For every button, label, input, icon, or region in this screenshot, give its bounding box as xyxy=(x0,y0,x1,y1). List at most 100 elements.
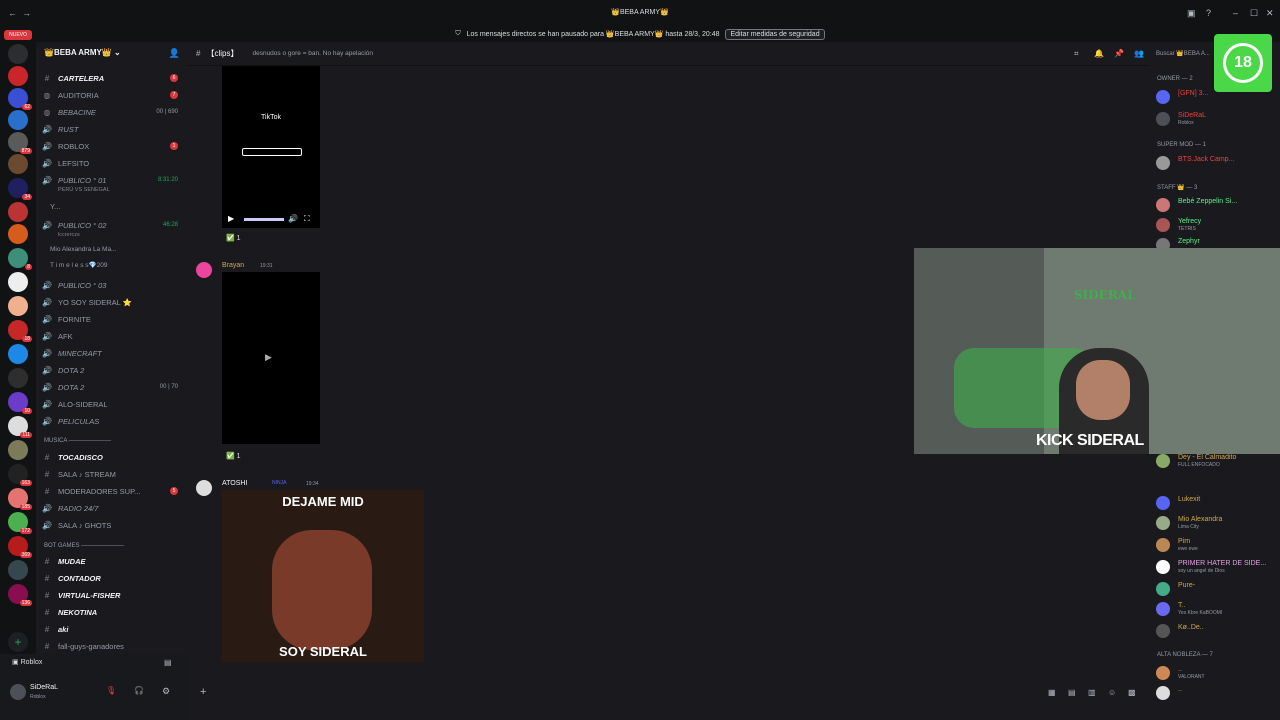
category-bot-games[interactable]: BOT GAMES ────────── xyxy=(44,543,124,549)
voice-user[interactable]: Y... xyxy=(36,198,186,214)
video-embed[interactable]: ▶ xyxy=(222,272,320,444)
server-icon[interactable]: 18 xyxy=(8,320,32,342)
sticker-icon[interactable]: ▥ xyxy=(1088,688,1096,697)
search-input[interactable]: Buscar 👑BEBA A... xyxy=(1156,50,1210,57)
member[interactable]: .. xyxy=(1156,684,1280,702)
server-icon[interactable]: 185 xyxy=(8,488,32,510)
bell-icon[interactable]: 🔔 xyxy=(1094,49,1104,58)
server-icon[interactable] xyxy=(8,560,28,580)
channel-radio[interactable]: 🔊 RADIO 24/7 xyxy=(36,500,186,516)
channel-sala-stream[interactable]: # SALA ♪ STREAM xyxy=(36,466,186,482)
server-icon[interactable] xyxy=(8,66,28,86)
server-icon[interactable]: 62 xyxy=(8,88,32,110)
channel-minecraft[interactable]: 🔊 MINECRAFT xyxy=(36,345,186,361)
progress-bar[interactable] xyxy=(244,218,284,221)
server-name[interactable]: 👑BEBA ARMY👑 ⌄ xyxy=(44,48,121,57)
channel-publico-03[interactable]: 🔊 PUBLICO ° 03 xyxy=(36,277,186,293)
channel-fornite[interactable]: 🔊 FORNITE xyxy=(36,311,186,327)
server-icon[interactable]: 136 xyxy=(8,584,32,606)
minimize-icon[interactable]: – xyxy=(1233,8,1238,18)
server-icon[interactable] xyxy=(8,110,28,130)
channel-roblox[interactable]: 🔊 ROBLOX 1 xyxy=(36,138,186,154)
channel-dota-2[interactable]: 🔊 DOTA 2 00 | 70 xyxy=(36,379,186,395)
channel-rust[interactable]: 🔊 RUST xyxy=(36,121,186,137)
member[interactable]: T.. Yes Kbre KaBOOMI xyxy=(1156,600,1280,618)
member[interactable]: Mio Alexandra Lima City xyxy=(1156,514,1280,532)
gift-icon[interactable]: ▦ xyxy=(1048,688,1056,697)
add-attachment-icon[interactable]: + xyxy=(200,686,206,698)
member[interactable]: BTS.Jack Camp... xyxy=(1156,154,1280,172)
server-icon[interactable]: 8 xyxy=(8,248,32,270)
server-icon[interactable]: 10 xyxy=(8,392,32,414)
server-icon[interactable] xyxy=(8,440,28,460)
reaction[interactable]: ✅ 1 xyxy=(226,452,241,460)
member[interactable]: Pim ewe ewe xyxy=(1156,536,1280,554)
apps-icon[interactable]: ▩ xyxy=(1128,688,1136,697)
member[interactable]: SiDeRaL Roblox xyxy=(1156,110,1280,128)
category-musica[interactable]: MUSICA ────────── xyxy=(44,438,111,444)
member[interactable]: Bebé Zeppelin Si... xyxy=(1156,196,1280,214)
avatar[interactable] xyxy=(196,480,212,496)
play-icon[interactable]: ▶ xyxy=(228,214,234,223)
volume-icon[interactable]: 🔊 xyxy=(288,214,298,223)
avatar[interactable] xyxy=(10,684,26,700)
edit-security-button[interactable]: Editar medidas de seguridad xyxy=(725,28,825,40)
activity-icon[interactable]: ▤ xyxy=(164,658,172,667)
mute-icon[interactable]: 🎙 xyxy=(106,686,116,695)
message-author[interactable]: Brayan xyxy=(222,262,244,269)
add-friend-icon[interactable]: 👤 xyxy=(169,48,180,59)
voice-user[interactable]: T i m e l e s s💎209 xyxy=(36,257,186,273)
server-icon[interactable] xyxy=(8,44,28,64)
activity-label[interactable]: ▣ Roblox xyxy=(12,658,42,666)
channel-auditoria[interactable]: ◍ AUDITORIA 7 xyxy=(36,87,186,103)
meme-image[interactable]: DEJAME MID SOY SIDERAL xyxy=(222,490,424,662)
tiktok-video[interactable]: TikTok ▶ 🔊 ⛶ xyxy=(222,66,320,228)
member[interactable]: Dey - El Calmadito FULL ENFOCADO xyxy=(1156,452,1280,470)
server-icon[interactable] xyxy=(8,224,28,244)
help-icon[interactable]: ? xyxy=(1206,8,1211,18)
server-icon[interactable]: 34 xyxy=(8,178,32,200)
server-icon[interactable]: 163 xyxy=(8,464,32,486)
server-icon[interactable] xyxy=(8,154,28,174)
member[interactable]: Pure- xyxy=(1156,580,1280,598)
server-icon[interactable] xyxy=(8,368,28,388)
play-icon[interactable]: ▶ xyxy=(265,352,272,363)
voice-user[interactable]: Mio Alexandra La Ma... xyxy=(36,241,186,257)
gif-icon[interactable]: ▤ xyxy=(1068,688,1076,697)
close-icon[interactable]: ✕ xyxy=(1266,8,1274,19)
inbox-icon[interactable]: ▣ xyxy=(1187,8,1196,19)
member[interactable]: .. VALORANT xyxy=(1156,664,1280,682)
channel-dota-2[interactable]: 🔊 DOTA 2 xyxy=(36,362,186,378)
channel-moderadores[interactable]: # MODERADORES SUP... 5 xyxy=(36,483,186,499)
pin-icon[interactable]: 📌 xyxy=(1114,49,1124,58)
reaction[interactable]: ✅ 1 xyxy=(226,234,241,242)
channel-afk[interactable]: 🔊 AFK xyxy=(36,328,186,344)
server-icon[interactable] xyxy=(8,202,28,222)
server-icon[interactable]: 879 xyxy=(8,132,32,154)
settings-icon[interactable]: ⚙ xyxy=(162,686,170,697)
channel-mudae[interactable]: # MUDAE xyxy=(36,553,186,569)
channel-aki[interactable]: # aki xyxy=(36,621,186,637)
member[interactable]: Kø..De.. xyxy=(1156,622,1280,640)
channel-tocadisco[interactable]: # TOCADISCO xyxy=(36,449,186,465)
members-icon[interactable]: 👥 xyxy=(1134,49,1144,58)
fullscreen-icon[interactable]: ⛶ xyxy=(304,214,310,224)
server-icon[interactable] xyxy=(8,272,28,292)
channel-bebacine[interactable]: ◍ BEBACINE 00 | 690 xyxy=(36,104,186,120)
channel-peliculas[interactable]: 🔊 PELICULAS xyxy=(36,413,186,429)
member[interactable]: PRIMER HATER DE SIDE... soy un angel de D… xyxy=(1156,558,1280,576)
maximize-icon[interactable]: ☐ xyxy=(1250,8,1258,19)
server-icon[interactable]: 111 xyxy=(8,416,32,438)
server-icon[interactable] xyxy=(8,296,28,316)
server-icon[interactable]: 369 xyxy=(8,536,32,558)
server-icon[interactable]: 172 xyxy=(8,512,32,534)
channel-nekotina[interactable]: # NEKOTINA xyxy=(36,604,186,620)
channel-publico-01[interactable]: 🔊 PUBLICO ° 01 8:31:20 xyxy=(36,172,186,188)
add-server-icon[interactable]: + xyxy=(8,632,28,652)
member[interactable]: Lukexit xyxy=(1156,494,1280,512)
channel-cartelera[interactable]: # CARTELERA 6 xyxy=(36,70,186,86)
message-author[interactable]: ATOSHI xyxy=(222,480,247,487)
message-input[interactable]: + ▦ ▤ ▥ ☺ ▩ xyxy=(192,682,1142,704)
channel-fall-guys[interactable]: # fall-guys-ganadores xyxy=(36,638,186,654)
server-icon[interactable] xyxy=(8,344,28,364)
